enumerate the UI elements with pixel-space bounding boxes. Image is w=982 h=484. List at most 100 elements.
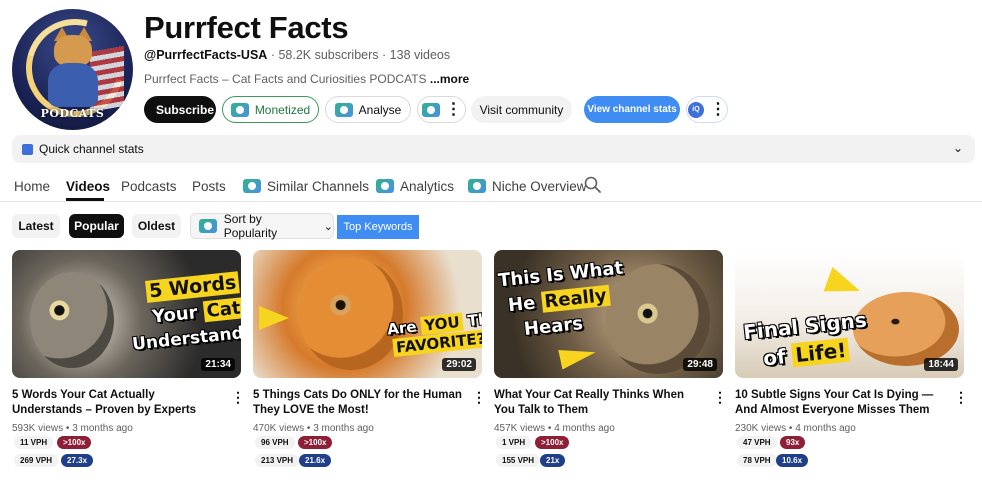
meta-separator: · [270,48,275,62]
visit-community-button[interactable]: Visit community [471,96,572,123]
channel-description: Purrfect Facts – Cat Facts and Curiositi… [144,72,469,86]
view-channel-stats-label: View channel stats [587,104,677,115]
vidiq-icon [468,179,486,193]
tab-home[interactable]: Home [14,176,50,196]
thumb-caption: Your Cat [151,297,241,328]
video-title[interactable]: 10 Subtle Signs Your Cat Is Dying — And … [735,388,947,418]
quick-stats-label: Quick channel stats [39,142,144,156]
video-thumbnail[interactable]: Are YOU Their FAVORITE? 29:02 [253,250,482,378]
tab-podcasts[interactable]: Podcasts [121,176,177,196]
chevron-down-icon[interactable]: ⌄ [953,141,963,155]
view-channel-stats-button[interactable]: View channel stats [584,96,680,123]
tabs-divider [0,201,982,202]
analyse-label: Analyse [358,102,402,117]
video-title[interactable]: What Your Cat Really Thinks When You Tal… [494,388,706,418]
thumb-caption-line: of [761,343,794,371]
multiplier-badge: 93x [780,436,806,449]
tab-label: Similar Channels [267,178,370,194]
vidiq-icon [376,179,394,193]
sort-dropdown[interactable]: Sort by Popularity ⌄ [190,212,334,240]
thumb-caption-line: Are [386,316,423,339]
thumb-caption-line: Your [151,301,205,328]
thumb-caption-line: Their [466,307,482,331]
chevron-down-icon: ⌄ [323,220,333,233]
video-meta: 230K views • 4 months ago [735,423,856,434]
tab-videos[interactable]: Videos [66,176,110,196]
video-duration: 18:44 [924,358,958,371]
subscriber-count: 58.2K subscribers [278,48,379,62]
video-card[interactable]: 5 Words Your Cat Understands! 21:34 5 Wo… [12,250,245,467]
video-duration: 29:02 [442,358,476,371]
top-keywords-button[interactable]: Top Keywords [337,215,419,239]
vph-badge: 11 VPH [14,436,54,449]
vph-badge: 213 VPH [255,454,300,467]
search-icon[interactable] [584,176,601,193]
tab-label: Posts [192,178,226,194]
filter-oldest[interactable]: Oldest [132,214,181,238]
channel-avatar[interactable]: PODCATS [12,9,133,130]
tab-niche-overview[interactable]: Niche Overview [468,176,587,196]
vidiq-icon [421,102,440,117]
thumb-caption: of Life! [761,337,851,371]
tab-label: Videos [66,178,111,194]
view-count: 470K views [253,423,305,434]
arrow-graphic [558,342,598,370]
vph-badge: 96 VPH [255,436,295,449]
more-vert-icon[interactable]: ⋮ [472,390,486,404]
channel-handle: @PurrfectFacts-USA [144,48,268,62]
more-vert-icon: ⋮ [445,100,462,118]
multiplier-badge: 21x [540,454,566,467]
more-link[interactable]: ...more [430,72,469,86]
thumb-caption-line: Life! [791,337,851,368]
video-duration: 21:34 [201,358,235,371]
video-thumbnail[interactable]: This Is What He Really Hears 29:48 [494,250,723,378]
video-card[interactable]: Are YOU Their FAVORITE? 29:02 5 Things C… [253,250,486,467]
upload-age: 4 months ago [554,423,615,434]
tab-label: Podcasts [121,178,177,194]
monetized-button[interactable]: Monetized [222,96,319,123]
vidiq-more-button[interactable]: ⋮ [417,96,466,123]
thumb-caption-line: Understands! [131,321,241,355]
thumb-caption-line: Hears [523,312,584,341]
view-count: 230K views [735,423,787,434]
tab-posts[interactable]: Posts [192,176,226,196]
extension-menu-button[interactable]: iQ ⋮ [686,96,728,123]
video-card[interactable]: Final Signs of Life! 18:44 10 Subtle Sig… [735,250,968,467]
video-title[interactable]: 5 Things Cats Do ONLY for the Human They… [253,388,465,418]
view-count: 593K views [12,423,64,434]
monetized-label: Monetized [254,102,311,117]
upload-age: 3 months ago [72,423,133,434]
tab-analytics[interactable]: Analytics [376,176,454,196]
channel-title: Purrfect Facts [144,10,349,45]
vidiq-icon [334,102,353,117]
more-vert-icon[interactable]: ⋮ [713,390,727,404]
video-card[interactable]: This Is What He Really Hears 29:48 What … [494,250,727,467]
arrow-graphic [823,266,865,304]
quick-stats-bar[interactable]: Quick channel stats ⌄ [12,135,975,163]
tab-similar-channels[interactable]: Similar Channels [243,176,369,196]
video-title[interactable]: 5 Words Your Cat Actually Understands – … [12,388,224,418]
analyse-button[interactable]: Analyse [325,96,411,123]
thumb-caption: He Really [507,284,611,316]
multiplier-badge: 27.3x [61,454,94,467]
more-vert-icon: ⋮ [710,100,726,118]
multiplier-badge: >100x [298,436,333,449]
tab-label: Analytics [400,178,455,194]
cat-image [30,272,114,368]
video-thumbnail[interactable]: Final Signs of Life! 18:44 [735,250,964,378]
filter-latest[interactable]: Latest [12,214,60,238]
vph-badge: 269 VPH [14,454,59,467]
more-vert-icon[interactable]: ⋮ [954,390,968,404]
multiplier-badge: >100x [535,436,570,449]
filter-popular[interactable]: Popular [69,214,124,238]
more-vert-icon[interactable]: ⋮ [231,390,245,404]
extension-logo-icon: iQ [688,101,704,118]
tab-label: Home [14,178,51,194]
thumb-caption-line: Really [540,284,611,313]
cat-image [299,258,403,370]
subscribe-button[interactable]: Subscribe [144,96,216,123]
video-thumbnail[interactable]: 5 Words Your Cat Understands! 21:34 [12,250,241,378]
meta-separator: · [382,48,387,62]
thumb-caption: 5 Words [145,271,241,303]
avatar-logo-text: PODCATS [40,107,105,120]
